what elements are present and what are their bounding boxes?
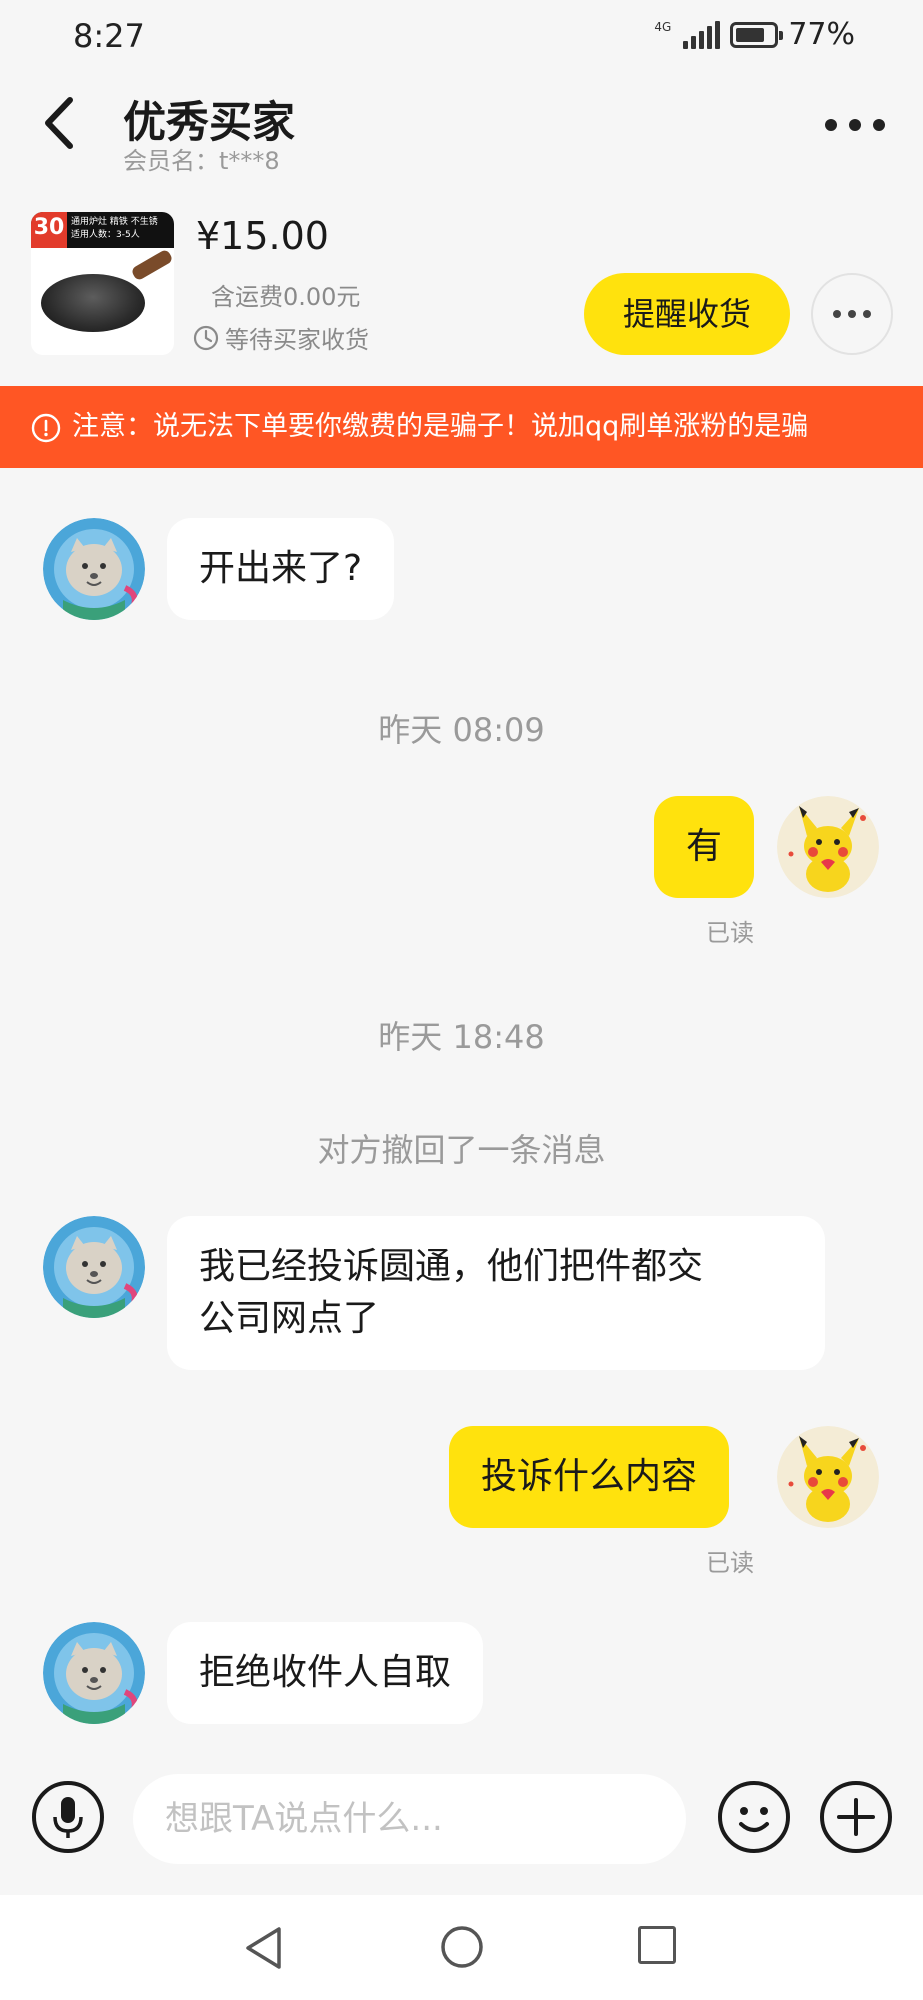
pan-handle-shape (130, 248, 174, 282)
seller-avatar[interactable] (777, 796, 879, 898)
message-text: 开出来了? (199, 548, 363, 589)
back-arrow-icon[interactable] (36, 92, 88, 154)
signal-icon (683, 20, 721, 49)
battery-icon (730, 21, 784, 48)
plus-icon[interactable] (819, 1780, 893, 1854)
read-status: 已读 (706, 1549, 754, 1577)
thumbnail-caption-line2: 适用人数：3-5人 (71, 230, 140, 240)
clock-icon (193, 325, 219, 350)
remind-receipt-button[interactable]: 提醒收货 (584, 273, 790, 355)
nav-home-icon[interactable] (440, 1925, 484, 1969)
battery-percent: 77% (788, 17, 855, 52)
pan-shape (41, 274, 145, 332)
message-text-line: 我已经投诉圆通，他们把件都交 (199, 1246, 704, 1287)
microphone-icon[interactable] (31, 1780, 105, 1854)
status-time: 8:27 (73, 17, 145, 55)
fraud-notice-text: 注意：说无法下单要你缴费的是骗子！说加qq刷单涨粉的是骗 (72, 411, 809, 442)
card-more-icon[interactable] (811, 273, 893, 355)
recall-notice: 对方撤回了一条消息 (317, 1131, 606, 1169)
nav-recent-icon[interactable] (638, 1926, 676, 1964)
message-bubble-incoming[interactable]: 拒绝收件人自取 (167, 1622, 484, 1724)
seller-avatar[interactable] (777, 1426, 879, 1528)
thumbnail-badge: 30 (31, 212, 67, 248)
message-bubble-outgoing[interactable]: 投诉什么内容 (449, 1426, 730, 1528)
nav-back-icon[interactable] (243, 1925, 285, 1971)
chat-header: 优秀买家 会员名：t***8 (0, 72, 923, 182)
order-status-text: 等待买家收货 (225, 326, 369, 354)
buyer-avatar[interactable] (43, 1216, 145, 1318)
emoji-icon[interactable] (717, 1780, 791, 1854)
message-bubble-incoming[interactable]: 开出来了? (167, 518, 395, 620)
message-text: 有 (686, 826, 723, 867)
member-name: 会员名：t***8 (123, 147, 280, 175)
order-status: 等待买家收货 (193, 320, 369, 355)
product-thumbnail[interactable]: 30 通用炉灶 精铁 不生锈 适用人数：3-5人 (31, 212, 174, 355)
buyer-avatar[interactable] (43, 1622, 145, 1724)
message-text: 投诉什么内容 (481, 1456, 698, 1497)
product-price: ¥15.00 (196, 214, 329, 258)
message-text-line: 公司网点了 (199, 1298, 380, 1339)
battery-fill (736, 27, 765, 42)
status-indicators: 4G 77% (654, 17, 855, 52)
network-type: 4G (654, 19, 672, 34)
fraud-notice-bar: 注意：说无法下单要你缴费的是骗子！说加qq刷单涨粉的是骗 (0, 386, 923, 468)
alert-icon (31, 413, 61, 443)
shipping-fee: 含运费0.00元 (211, 283, 361, 311)
more-icon[interactable] (825, 110, 885, 140)
message-text: 拒绝收件人自取 (199, 1652, 452, 1693)
order-card[interactable]: 30 通用炉灶 精铁 不生锈 适用人数：3-5人 ¥15.00 含运费0.00元… (0, 200, 923, 370)
read-status: 已读 (706, 919, 754, 947)
timestamp: 昨天 08:09 (378, 711, 545, 749)
message-bubble-incoming[interactable]: 我已经投诉圆通，他们把件都交 公司网点了 (167, 1216, 825, 1370)
status-bar: 8:27 4G 77% (0, 0, 923, 72)
thumbnail-caption: 通用炉灶 精铁 不生锈 适用人数：3-5人 (71, 216, 158, 242)
input-bar (0, 1762, 923, 1872)
system-nav-bar (0, 1895, 923, 2000)
thumbnail-caption-line1: 通用炉灶 精铁 不生锈 (71, 217, 158, 227)
message-input[interactable] (133, 1774, 686, 1864)
timestamp: 昨天 18:48 (378, 1018, 545, 1056)
message-bubble-outgoing[interactable]: 有 (654, 796, 755, 898)
buyer-avatar[interactable] (43, 518, 145, 620)
